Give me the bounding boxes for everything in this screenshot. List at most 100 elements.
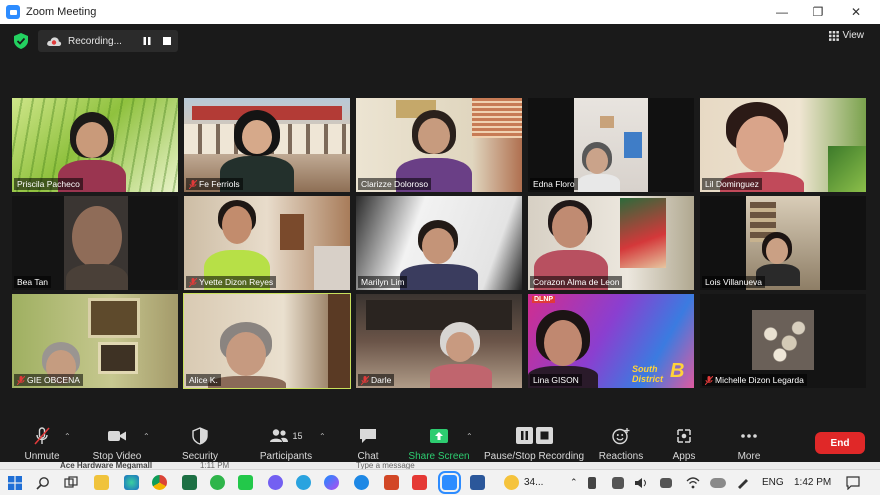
clock-time[interactable]: 1:42 PM <box>794 477 831 488</box>
south-district-text: South District <box>632 364 664 384</box>
participant-name: GIE OBCENA <box>27 375 80 385</box>
zoom-meeting-window: Zoom Meeting — ❐ ✕ Recording... View Pri… <box>0 0 880 495</box>
pause-recording-icon[interactable] <box>142 36 152 46</box>
participant-name: Edna Floro <box>533 179 575 189</box>
participant-name: Priscila Pacheco <box>17 179 80 189</box>
pdf-reader-icon[interactable] <box>412 475 427 490</box>
usb-device-icon[interactable] <box>588 477 596 489</box>
window-title: Zoom Meeting <box>26 6 97 18</box>
participant-name-tag: Fe Ferriols <box>186 178 243 190</box>
word-icon[interactable] <box>470 475 485 490</box>
messenger-icon[interactable] <box>324 475 339 490</box>
participant-name: Fe Ferriols <box>199 179 240 189</box>
video-options-chevron-icon[interactable]: ⌃ <box>143 432 150 441</box>
video-tile[interactable]: Corazon Alma de Leon <box>528 196 694 290</box>
zoom-taskbar-icon[interactable] <box>438 471 461 494</box>
tray-show-hidden-chevron-icon[interactable]: ⌃ <box>570 477 578 488</box>
participants-count: 15 <box>292 431 303 441</box>
participant-name-tag: Michelle Dizon Legarda <box>702 374 807 386</box>
stop-video-label: Stop Video <box>92 451 142 462</box>
chrome-icon[interactable] <box>152 475 167 490</box>
participant-name-tag: GIE OBCENA <box>14 374 83 386</box>
video-tile[interactable]: Darle <box>356 294 522 388</box>
search-icon[interactable] <box>36 476 50 490</box>
viber-icon[interactable] <box>268 475 283 490</box>
task-view-icon[interactable] <box>64 476 78 490</box>
participant-name-tag: Priscila Pacheco <box>14 178 83 190</box>
zoom-logo-icon <box>6 5 20 19</box>
pen-icon[interactable] <box>736 477 750 489</box>
video-tile[interactable]: Yvette Dizon Reyes <box>184 196 350 290</box>
close-button[interactable]: ✕ <box>838 0 874 24</box>
apps-icon <box>677 429 691 443</box>
chat-label: Chat <box>357 451 379 462</box>
more-label: More <box>737 451 761 462</box>
participant-name: Marilyn Lim <box>361 277 405 287</box>
file-explorer-icon[interactable] <box>94 475 109 490</box>
participant-name: Corazon Alma de Leon <box>533 277 620 287</box>
video-tile-active-speaker[interactable]: Alice K. <box>183 293 351 389</box>
whatsapp-icon[interactable] <box>210 475 225 490</box>
end-meeting-button[interactable]: End <box>815 432 865 454</box>
view-button[interactable]: View <box>828 30 865 41</box>
video-tile[interactable]: Fe Ferriols <box>184 98 350 192</box>
minimize-button[interactable]: — <box>764 0 800 24</box>
participant-name-tag: Edna Floro <box>530 178 578 190</box>
video-tile[interactable]: Clarizze Doloroso <box>356 98 522 192</box>
muted-mic-icon <box>361 375 369 385</box>
video-tile[interactable]: Lois Villanueva <box>700 196 866 290</box>
battery-icon[interactable] <box>660 478 672 488</box>
view-label: View <box>842 30 865 41</box>
onedrive-cloud-icon[interactable] <box>710 478 726 488</box>
security-shield-icon <box>192 427 208 445</box>
excel-icon[interactable] <box>182 475 197 490</box>
wifi-icon[interactable] <box>686 477 700 489</box>
participant-name-tag: Clarizze Doloroso <box>358 178 432 190</box>
security-label: Security <box>181 451 219 462</box>
signal-icon[interactable] <box>354 475 369 490</box>
telegram-icon[interactable] <box>296 475 311 490</box>
stop-recording-icon[interactable] <box>162 36 172 46</box>
share-options-chevron-icon[interactable]: ⌃ <box>466 432 473 441</box>
line-app-icon[interactable] <box>238 475 253 490</box>
stop-icon <box>535 427 553 444</box>
powerpoint-icon[interactable] <box>384 475 399 490</box>
chat-bubble-icon <box>360 429 376 443</box>
unmute-label: Unmute <box>24 451 60 462</box>
participant-name: Lina GISON <box>533 375 579 385</box>
participant-name: Clarizze Doloroso <box>361 179 429 189</box>
participant-name-tag: Alice K. <box>186 374 221 386</box>
audio-options-chevron-icon[interactable]: ⌃ <box>64 432 71 441</box>
volume-icon[interactable] <box>634 477 648 489</box>
edge-browser-icon[interactable] <box>124 475 139 490</box>
recording-bar: Recording... <box>38 30 178 52</box>
muted-mic-icon <box>705 375 713 385</box>
video-tile[interactable]: Michelle Dizon Legarda <box>700 294 866 388</box>
participant-name-tag: Lil Dominguez <box>702 178 762 190</box>
input-language[interactable]: ENG <box>762 477 784 488</box>
notifications-icon[interactable] <box>846 476 860 490</box>
video-tile[interactable]: Marilyn Lim <box>356 196 522 290</box>
windows-start-icon[interactable] <box>8 476 22 490</box>
tray-app-icon[interactable] <box>612 477 624 489</box>
weather-icon[interactable] <box>504 475 519 490</box>
participants-options-chevron-icon[interactable]: ⌃ <box>319 432 326 441</box>
muted-mic-icon <box>189 277 197 287</box>
participant-name: Alice K. <box>189 375 218 385</box>
participant-name: Yvette Dizon Reyes <box>199 277 274 287</box>
reactions-label: Reactions <box>598 451 644 462</box>
video-tile[interactable]: GIE OBCENA <box>12 294 178 388</box>
video-tile[interactable]: Edna Floro <box>528 98 694 192</box>
video-tile[interactable]: DLNP South District B Lina GISON <box>528 294 694 388</box>
encryption-shield-icon[interactable] <box>14 33 28 49</box>
pause-stop-recording-label: Pause/Stop Recording <box>483 451 585 462</box>
participants-label: Participants <box>259 451 313 462</box>
restore-button[interactable]: ❐ <box>800 0 836 24</box>
weather-temperature[interactable]: 34... <box>524 477 543 488</box>
video-tile[interactable]: Priscila Pacheco <box>12 98 178 192</box>
muted-microphone-icon <box>34 427 50 445</box>
title-bar: Zoom Meeting — ❐ ✕ <box>0 0 880 24</box>
video-tile[interactable]: Bea Tan <box>12 196 178 290</box>
district-b-logo: B <box>670 360 685 382</box>
video-tile[interactable]: Lil Dominguez <box>700 98 866 192</box>
